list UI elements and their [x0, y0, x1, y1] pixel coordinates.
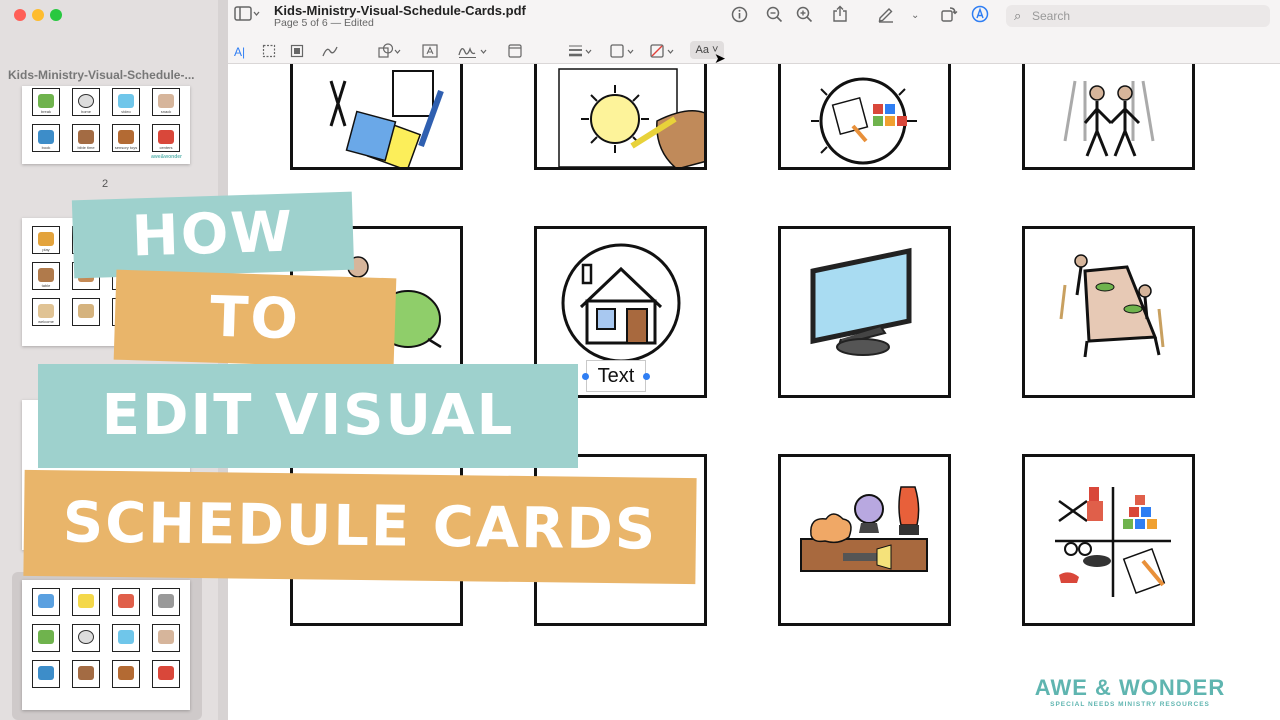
- zoom-in-icon[interactable]: [796, 6, 813, 27]
- schedule-card-art[interactable]: [290, 64, 463, 170]
- schedule-card-video[interactable]: [778, 226, 951, 398]
- thumb-card: play: [32, 226, 60, 254]
- coloring-sun-icon: [558, 68, 704, 167]
- text-selection-tool-icon[interactable]: A|: [234, 44, 245, 60]
- dinner-table-icon: [1059, 254, 1165, 358]
- thumb-card: [152, 624, 180, 652]
- zoom-out-icon[interactable]: [766, 6, 783, 27]
- thumb-card: table: [32, 262, 60, 290]
- title-band-to: TO: [113, 269, 397, 369]
- minimize-window-button[interactable]: [32, 9, 44, 21]
- note-icon[interactable]: [508, 44, 522, 62]
- info-icon[interactable]: [731, 6, 748, 27]
- sensory-toys-icon: [800, 486, 928, 572]
- thumb-card: centers: [152, 124, 180, 152]
- close-window-button[interactable]: [14, 9, 26, 21]
- sidebar-document-title: Kids-Ministry-Visual-Schedule-...: [8, 68, 195, 82]
- fullscreen-window-button[interactable]: [50, 9, 62, 21]
- thumb-card: sensory toys: [112, 124, 140, 152]
- instant-alpha-icon[interactable]: [290, 44, 304, 62]
- page-thumbnail-5[interactable]: [22, 580, 190, 710]
- text-annotation-box[interactable]: Text: [586, 360, 646, 392]
- thumb-card: [32, 624, 60, 652]
- schedule-card-line-up[interactable]: [1022, 64, 1195, 170]
- toys-icon: [811, 77, 917, 165]
- resize-handle-left[interactable]: [582, 373, 589, 380]
- brand-tagline: SPECIAL NEEDS MINISTRY RESOURCES: [1050, 701, 1210, 708]
- brand-logo: AWE & WONDER SPECIAL NEEDS MINISTRY RESO…: [1032, 675, 1228, 709]
- art-supplies-icon: [329, 70, 444, 167]
- schedule-card-centers[interactable]: [1022, 454, 1195, 626]
- thumb-card: home: [72, 88, 100, 116]
- sketch-tool-icon[interactable]: [322, 44, 338, 62]
- share-icon[interactable]: [832, 5, 848, 27]
- brand-name: AWE & WONDER: [1034, 675, 1226, 700]
- thumb-card: [152, 588, 180, 616]
- thumb-card: [72, 588, 100, 616]
- thumb-card: video: [112, 88, 140, 116]
- thumb-card: [112, 588, 140, 616]
- search-field[interactable]: ⌕: [1006, 5, 1270, 27]
- people-line-icon: [1063, 80, 1155, 157]
- thumb-card: [72, 624, 100, 652]
- shape-style-icon[interactable]: [568, 43, 594, 63]
- thumb-logo: awe&wonder: [151, 154, 182, 160]
- toolbar: Kids-Ministry-Visual-Schedule-Cards.pdf …: [228, 0, 1280, 66]
- thumb-card: snack: [152, 88, 180, 116]
- thumb-card: [152, 660, 180, 688]
- schedule-card-table[interactable]: [1022, 226, 1195, 398]
- schedule-card-sensory-toys[interactable]: [778, 454, 951, 626]
- resize-handle-right[interactable]: [643, 373, 650, 380]
- markup-icon[interactable]: [971, 5, 989, 27]
- thumb-card: welcome: [32, 298, 60, 326]
- signature-icon[interactable]: [458, 43, 488, 63]
- thumb-card: [32, 588, 60, 616]
- title-band-schedule-cards: SCHEDULE CARDS: [23, 469, 697, 585]
- thumb-card: [112, 660, 140, 688]
- search-icon: ⌕: [1014, 8, 1022, 23]
- thumb-card: book: [32, 124, 60, 152]
- thumb-card: bible time: [72, 124, 100, 152]
- rectangular-selection-icon[interactable]: [262, 44, 276, 62]
- border-color-icon[interactable]: [610, 43, 636, 63]
- thumb-card: break: [32, 88, 60, 116]
- schedule-card-color[interactable]: [534, 64, 707, 170]
- tv-monitor-icon: [810, 247, 912, 356]
- sidebar-toggle-icon[interactable]: [234, 6, 260, 26]
- text-box-icon[interactable]: [422, 44, 438, 62]
- shapes-icon[interactable]: [378, 43, 402, 63]
- thumb-card: [72, 298, 100, 326]
- title-band-edit-visual: EDIT VISUAL: [38, 364, 578, 468]
- page-thumbnail-1[interactable]: break home video snack book bible time s…: [22, 86, 190, 164]
- fill-color-icon[interactable]: [650, 43, 676, 63]
- centers-icon: [1055, 487, 1171, 597]
- thumb-card: [72, 660, 100, 688]
- highlight-pen-icon[interactable]: [877, 5, 895, 27]
- app-window: Kids-Ministry-Visual-Schedule-... break …: [0, 0, 1280, 720]
- schedule-card-play[interactable]: [778, 64, 951, 170]
- thumb-card: [112, 624, 140, 652]
- document-title: Kids-Ministry-Visual-Schedule-Cards.pdf: [274, 3, 526, 18]
- search-input[interactable]: [1032, 8, 1252, 24]
- document-status: Page 5 of 6 — Edited: [274, 17, 374, 29]
- highlight-dropdown-chevron-icon[interactable]: ⌄: [911, 8, 919, 24]
- thumb-card: [32, 660, 60, 688]
- title-band-how: HOW: [71, 191, 355, 279]
- rotate-icon[interactable]: [940, 5, 958, 27]
- page-number-label: 2: [102, 178, 109, 190]
